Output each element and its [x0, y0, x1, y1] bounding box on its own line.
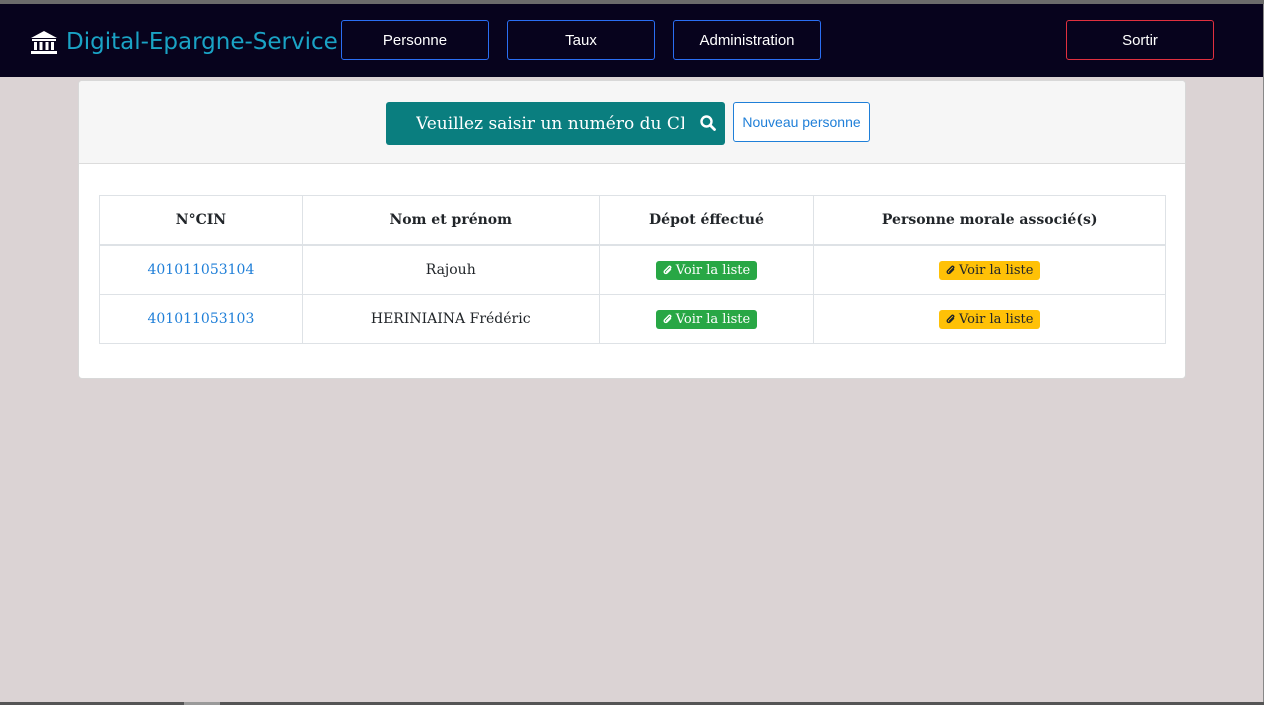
- person-name: HERINIAINA Frédéric: [301, 294, 600, 344]
- cin-link[interactable]: 401011053104: [147, 262, 254, 278]
- header-depot: Dépot éffectué: [598, 195, 815, 246]
- cin-link[interactable]: 401011053103: [147, 311, 254, 327]
- voir-morale-label: Voir la liste: [958, 262, 1034, 278]
- voir-depot-badge[interactable]: Voir la liste: [655, 309, 758, 329]
- nav-taux-button[interactable]: Taux: [507, 20, 655, 60]
- nav-personne-button[interactable]: Personne: [341, 20, 489, 60]
- new-person-button[interactable]: Nouveau personne: [733, 102, 870, 142]
- header-cin: N°CIN: [99, 195, 303, 246]
- person-name: Rajouh: [301, 244, 600, 295]
- navbar: Digital-Epargne-Service Personne Taux Ad…: [0, 4, 1264, 77]
- voir-depot-label: Voir la liste: [675, 262, 751, 278]
- voir-morale-badge[interactable]: Voir la liste: [938, 309, 1041, 329]
- nav-administration-button[interactable]: Administration: [673, 20, 821, 60]
- voir-depot-label: Voir la liste: [675, 311, 751, 327]
- card-header: Nouveau personne: [79, 81, 1185, 164]
- sortir-button[interactable]: Sortir: [1066, 20, 1214, 60]
- persons-card: Nouveau personne N°CIN Nom et prénom Dép…: [78, 80, 1186, 379]
- table-row: 401011053103 HERINIAINA Frédéric Voir la…: [99, 294, 1166, 344]
- cin-search-input[interactable]: [386, 102, 686, 145]
- paperclip-icon: [663, 314, 672, 323]
- header-personne-morale: Personne morale associé(s): [813, 195, 1166, 246]
- voir-morale-badge[interactable]: Voir la liste: [938, 260, 1041, 280]
- paperclip-icon: [946, 314, 955, 323]
- voir-morale-label: Voir la liste: [958, 311, 1034, 327]
- bank-icon: [30, 30, 58, 54]
- paperclip-icon: [946, 265, 955, 274]
- persons-table: N°CIN Nom et prénom Dépot éffectué Perso…: [99, 195, 1166, 344]
- brand-title: Digital-Epargne-Service: [66, 29, 338, 55]
- table-row: 401011053104 Rajouh Voir la liste Voir l…: [99, 244, 1166, 295]
- table-header-row: N°CIN Nom et prénom Dépot éffectué Perso…: [99, 195, 1166, 246]
- search-icon[interactable]: [700, 115, 716, 135]
- paperclip-icon: [663, 265, 672, 274]
- voir-depot-badge[interactable]: Voir la liste: [655, 260, 758, 280]
- cin-search-box: [386, 102, 725, 145]
- brand[interactable]: Digital-Epargne-Service: [30, 26, 338, 58]
- header-name: Nom et prénom: [301, 195, 600, 246]
